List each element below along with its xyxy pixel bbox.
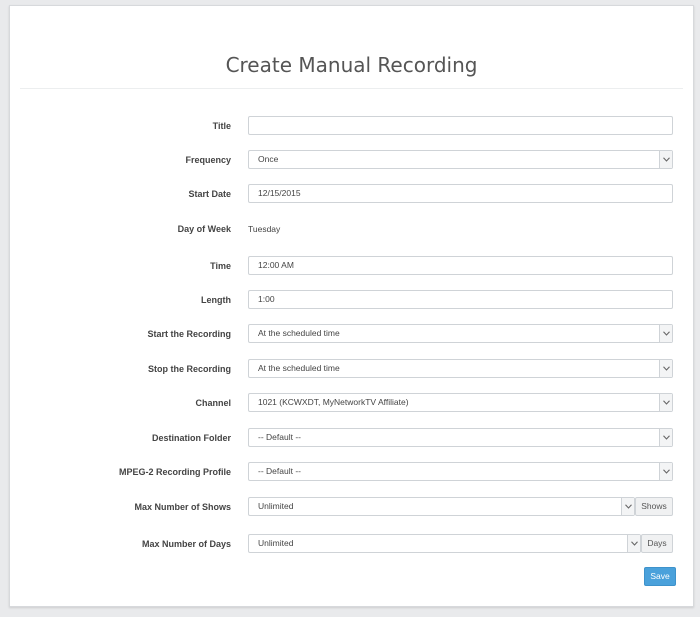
row-channel: Channel 1021 (KCWXDT, MyNetworkTV Affili… [10,392,693,414]
stop-recording-value: At the scheduled time [258,363,340,373]
chevron-down-icon[interactable] [621,498,634,515]
channel-select[interactable]: 1021 (KCWXDT, MyNetworkTV Affiliate) [248,393,673,412]
shows-addon: Shows [635,497,673,516]
title-label: Title [212,121,231,131]
time-label: Time [210,261,231,271]
row-length: Length 1:00 [10,289,693,311]
max-days-value: Unlimited [258,538,294,548]
days-addon: Days [641,534,673,553]
max-shows-value: Unlimited [258,501,294,511]
mpeg2-profile-select[interactable]: -- Default -- [248,462,673,481]
save-button[interactable]: Save [644,567,676,586]
title-divider [20,88,683,89]
start-date-input[interactable]: 12/15/2015 [248,184,673,203]
max-days-select[interactable]: Unlimited [248,534,641,553]
chevron-down-icon[interactable] [659,325,672,342]
destination-folder-label: Destination Folder [151,433,231,443]
length-label: Length [201,295,231,305]
page-title: Create Manual Recording [225,53,478,77]
row-stop-recording: Stop the Recording At the scheduled time [10,358,693,380]
start-recording-label: Start the Recording [147,329,231,339]
chevron-down-icon[interactable] [659,394,672,411]
row-frequency: Frequency Once [10,149,693,171]
row-start-recording: Start the Recording At the scheduled tim… [10,323,693,345]
destination-folder-select[interactable]: -- Default -- [248,428,673,447]
frequency-value: Once [258,154,279,164]
row-max-days: Max Number of Days Unlimited Days [10,533,693,555]
channel-value: 1021 (KCWXDT, MyNetworkTV Affiliate) [258,397,409,407]
max-shows-label: Max Number of Shows [134,502,231,512]
stop-recording-select[interactable]: At the scheduled time [248,359,673,378]
max-days-label: Max Number of Days [141,539,231,549]
time-input[interactable]: 12:00 AM [248,256,673,275]
start-date-label: Start Date [188,189,231,199]
chevron-down-icon[interactable] [659,429,672,446]
channel-label: Channel [195,398,231,408]
day-of-week-value: Tuesday [248,224,281,234]
length-input[interactable]: 1:00 [248,290,673,309]
title-input[interactable] [248,116,673,135]
row-title: Title [10,115,693,137]
row-start-date: Start Date 12/15/2015 [10,183,693,205]
start-recording-select[interactable]: At the scheduled time [248,324,673,343]
row-day-of-week: Day of Week Tuesday [10,218,693,240]
chevron-down-icon[interactable] [659,151,672,168]
start-recording-value: At the scheduled time [258,328,340,338]
form-card: Create Manual Recording Title Frequency … [9,5,694,607]
mpeg2-profile-value: -- Default -- [258,466,301,476]
chevron-down-icon[interactable] [659,360,672,377]
destination-folder-value: -- Default -- [258,432,301,442]
row-time: Time 12:00 AM [10,255,693,277]
row-max-shows: Max Number of Shows Unlimited Shows [10,496,693,518]
row-destination-folder: Destination Folder -- Default -- [10,427,693,449]
max-shows-select[interactable]: Unlimited [248,497,635,516]
chevron-down-icon[interactable] [659,463,672,480]
day-of-week-label: Day of Week [177,224,231,234]
frequency-select[interactable]: Once [248,150,673,169]
row-mpeg2-profile: MPEG-2 Recording Profile -- Default -- [10,461,693,483]
mpeg2-profile-label: MPEG-2 Recording Profile [118,467,231,477]
stop-recording-label: Stop the Recording [148,364,231,374]
chevron-down-icon[interactable] [627,535,640,552]
frequency-label: Frequency [185,155,231,165]
